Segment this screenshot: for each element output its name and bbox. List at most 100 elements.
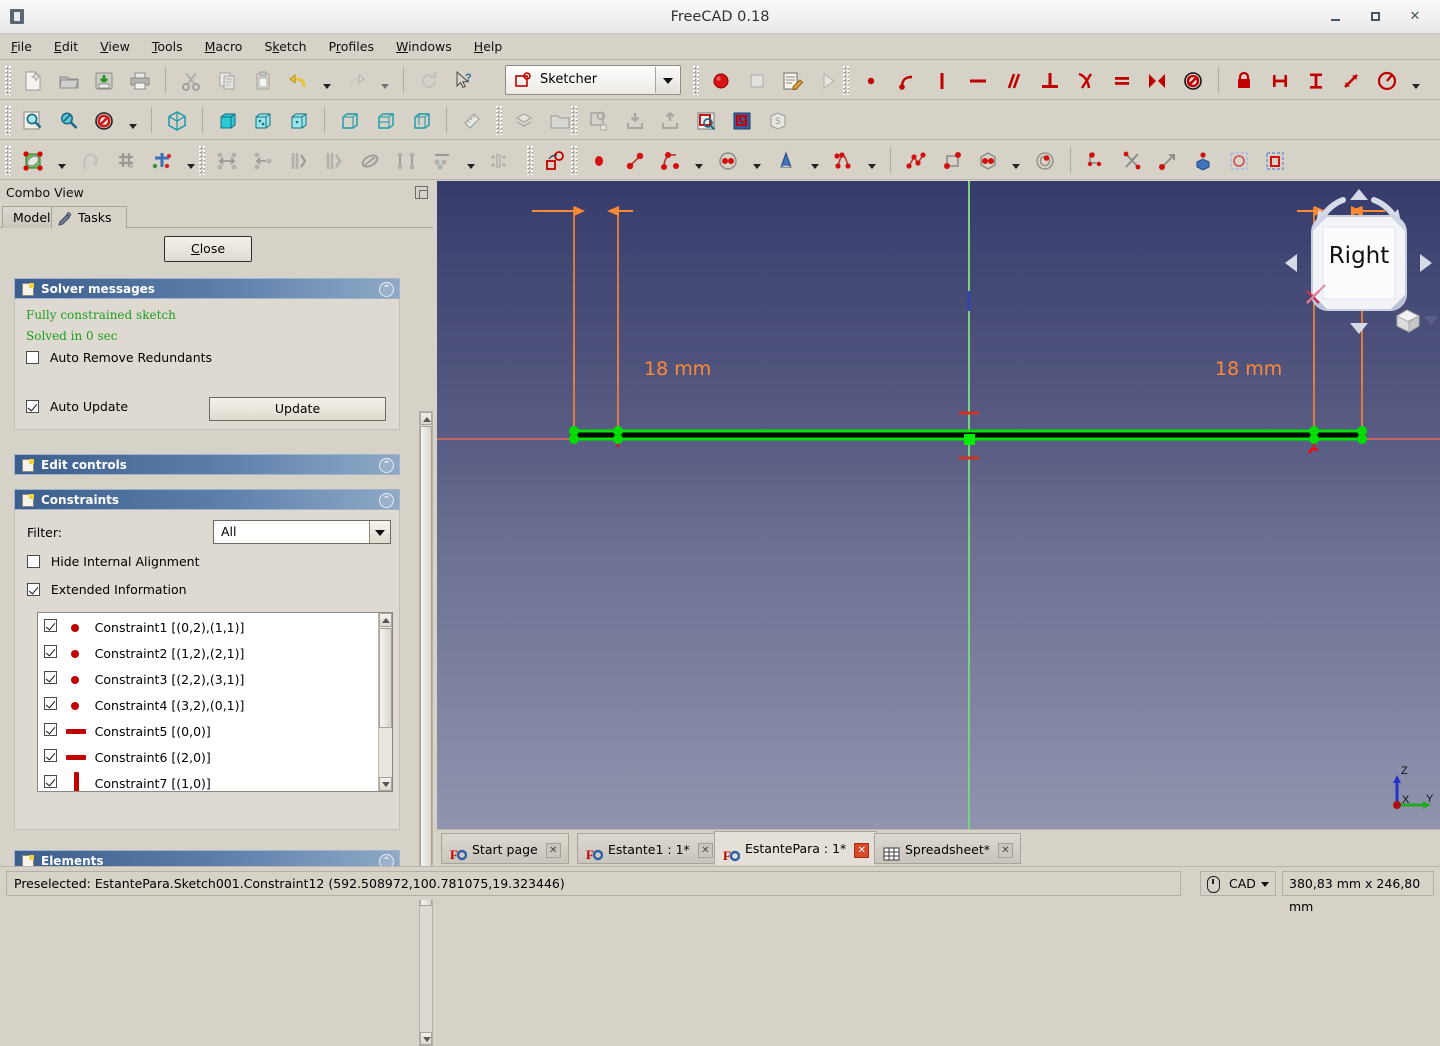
create-line-icon[interactable]: [620, 144, 650, 176]
constrain-point-on-object-icon[interactable]: [892, 64, 922, 96]
hide-internal-alignment-checkbox[interactable]: [27, 555, 40, 568]
extended-information-checkbox[interactable]: [27, 583, 40, 596]
sketch-virtual-space-icon[interactable]: [147, 144, 177, 176]
auto-update-checkbox[interactable]: [26, 400, 39, 413]
create-circle-icon[interactable]: [713, 144, 743, 176]
chevron-down-icon[interactable]: [655, 67, 679, 93]
workbench-selector[interactable]: Sketcher: [505, 65, 681, 95]
menu-edit[interactable]: Edit: [43, 34, 89, 60]
create-polygon-icon[interactable]: [973, 144, 1003, 176]
left-view-icon[interactable]: [407, 104, 437, 136]
external-geometry-icon[interactable]: [1188, 144, 1218, 176]
scroll-down-button[interactable]: [420, 1032, 432, 1045]
front-view-icon[interactable]: [213, 104, 243, 136]
toolbar-grip[interactable]: [570, 145, 577, 175]
constrain-tangent-icon[interactable]: [1071, 64, 1101, 96]
menu-help[interactable]: Help: [463, 34, 514, 60]
sketch-grid-icon[interactable]: [111, 144, 141, 176]
sketch-spline-icon[interactable]: [75, 144, 105, 176]
toolbar-grip[interactable]: [4, 105, 11, 135]
toolbar-grip[interactable]: [198, 145, 205, 175]
carbon-copy-icon[interactable]: [1260, 144, 1290, 176]
collapse-chevrons-icon[interactable]: ⌃: [379, 493, 394, 508]
scrollbar-thumb[interactable]: [379, 628, 392, 728]
create-circle-dropdown-icon[interactable]: [749, 144, 765, 176]
constrain-horizontal-icon[interactable]: [963, 64, 993, 96]
scrollbar-thumb[interactable]: [420, 426, 432, 906]
toolbar-grip[interactable]: [4, 65, 11, 95]
toolbar-grip[interactable]: [692, 65, 699, 95]
constraints-list-scrollbar[interactable]: [378, 613, 392, 791]
rectangular-array-icon[interactable]: [355, 144, 385, 176]
toolbar-grip[interactable]: [4, 145, 11, 175]
minimize-button[interactable]: [1322, 8, 1348, 26]
cut-icon[interactable]: [176, 64, 206, 96]
draw-style-dropdown-icon[interactable]: [125, 104, 141, 136]
symmetry-icon[interactable]: [212, 144, 242, 176]
chevron-down-icon[interactable]: [1261, 882, 1269, 887]
rear-view-icon[interactable]: [335, 104, 365, 136]
constraint-filter-select[interactable]: All: [213, 520, 391, 544]
redo-dropdown-icon[interactable]: [377, 64, 393, 96]
validate-sketch-icon[interactable]: [540, 144, 570, 176]
document-tab-start-page[interactable]: F Start page ✕: [441, 833, 569, 864]
draw-style-icon[interactable]: [89, 104, 119, 136]
map-sketch-icon[interactable]: S: [763, 104, 793, 136]
tab-tasks[interactable]: Tasks: [51, 206, 127, 229]
maximize-button[interactable]: [1362, 8, 1388, 26]
toolbar-grip[interactable]: [842, 65, 849, 95]
constrain-perpendicular-icon[interactable]: [1035, 64, 1065, 96]
list-item[interactable]: Constraint2 [(1,2),(2,1)]: [38, 639, 392, 665]
create-slot-icon[interactable]: [1030, 144, 1060, 176]
macro-edit-icon[interactable]: [777, 64, 807, 96]
paste-icon[interactable]: [248, 64, 278, 96]
navigation-cube[interactable]: Right: [1277, 181, 1440, 341]
constraint-visibility-checkbox[interactable]: [44, 749, 57, 762]
close-tab-icon[interactable]: ✕: [998, 843, 1013, 858]
select-origin-icon[interactable]: [484, 144, 514, 176]
constrain-angle-icon[interactable]: [1372, 64, 1402, 96]
close-tab-icon[interactable]: ✕: [854, 843, 870, 858]
edit-controls-header[interactable]: Edit controls ⌃: [14, 454, 400, 475]
edit-sketch-dropdown-icon[interactable]: [54, 144, 70, 176]
auto-remove-redundants-row[interactable]: Auto Remove Redundants: [26, 350, 212, 365]
bottom-view-icon[interactable]: [371, 104, 401, 136]
update-button[interactable]: Update: [209, 397, 386, 421]
float-panel-icon[interactable]: [415, 186, 428, 199]
create-sketch-icon[interactable]: [584, 104, 614, 136]
constrain-vertical-icon[interactable]: [927, 64, 957, 96]
extend-edge-icon[interactable]: [1153, 144, 1183, 176]
constraint-visibility-checkbox[interactable]: [44, 697, 57, 710]
list-item[interactable]: Constraint6 [(2,0)]: [38, 743, 392, 769]
measure-icon[interactable]: [457, 104, 487, 136]
create-arc-icon[interactable]: [655, 144, 685, 176]
right-view-icon[interactable]: [284, 104, 314, 136]
list-item[interactable]: Constraint1 [(0,2),(1,1)]: [38, 613, 392, 639]
constraint-visibility-checkbox[interactable]: [44, 723, 57, 736]
menu-sketch[interactable]: Sketch: [253, 34, 317, 60]
export-sketch-icon[interactable]: [655, 104, 685, 136]
3d-viewport[interactable]: 18 mm 18 mm Right Z Y X: [437, 181, 1440, 829]
create-rectangle-icon[interactable]: [937, 144, 967, 176]
menu-view[interactable]: View: [89, 34, 141, 60]
create-part-icon[interactable]: [509, 104, 539, 136]
copy-icon[interactable]: [212, 64, 242, 96]
create-arc-dropdown-icon[interactable]: [691, 144, 707, 176]
toolbar-grip[interactable]: [495, 105, 502, 135]
constrain-distance-y-icon[interactable]: [1301, 64, 1331, 96]
top-view-icon[interactable]: [248, 104, 278, 136]
constrain-equal-icon[interactable]: [1107, 64, 1137, 96]
tasks-scrollbar[interactable]: [419, 411, 433, 1046]
list-item[interactable]: Constraint7 [(1,0)]: [38, 769, 392, 791]
redo-icon[interactable]: [341, 64, 371, 96]
document-tab-estantepara[interactable]: F EstantePara : 1* ✕: [714, 831, 878, 865]
open-document-icon[interactable]: [54, 64, 84, 96]
list-item[interactable]: Constraint3 [(2,2),(3,1)]: [38, 665, 392, 691]
toolbar-grip[interactable]: [526, 145, 533, 175]
undo-dropdown-icon[interactable]: [319, 64, 335, 96]
dimension-label-right[interactable]: 18 mm: [1215, 358, 1282, 380]
auto-remove-redundants-checkbox[interactable]: [26, 351, 39, 364]
hide-internal-alignment-row[interactable]: Hide Internal Alignment: [27, 554, 200, 569]
constrain-distance-x-icon[interactable]: [1265, 64, 1295, 96]
delete-all-constraints-icon[interactable]: [427, 144, 457, 176]
